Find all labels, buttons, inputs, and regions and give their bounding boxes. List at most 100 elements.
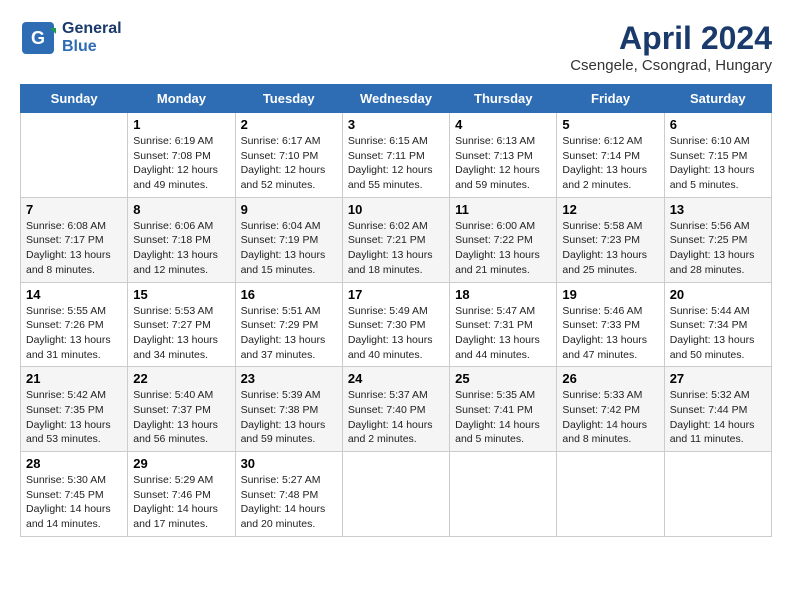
weekday-header-row: SundayMondayTuesdayWednesdayThursdayFrid… [21, 85, 772, 113]
calendar-cell: 19Sunrise: 5:46 AM Sunset: 7:33 PM Dayli… [557, 282, 664, 367]
day-info: Sunrise: 5:39 AM Sunset: 7:38 PM Dayligh… [241, 388, 337, 447]
day-number: 3 [348, 117, 444, 132]
day-number: 19 [562, 287, 658, 302]
day-number: 12 [562, 202, 658, 217]
day-info: Sunrise: 6:12 AM Sunset: 7:14 PM Dayligh… [562, 134, 658, 193]
calendar-cell: 17Sunrise: 5:49 AM Sunset: 7:30 PM Dayli… [342, 282, 449, 367]
calendar-cell [557, 452, 664, 537]
day-number: 30 [241, 456, 337, 471]
day-info: Sunrise: 5:49 AM Sunset: 7:30 PM Dayligh… [348, 304, 444, 363]
day-number: 6 [670, 117, 766, 132]
day-info: Sunrise: 6:15 AM Sunset: 7:11 PM Dayligh… [348, 134, 444, 193]
day-info: Sunrise: 6:06 AM Sunset: 7:18 PM Dayligh… [133, 219, 229, 278]
weekday-header-cell: Monday [128, 85, 235, 113]
calendar-cell: 15Sunrise: 5:53 AM Sunset: 7:27 PM Dayli… [128, 282, 235, 367]
calendar-cell: 10 Sunrise: 6:02 AM Sunset: 7:21 PM Dayli… [342, 197, 449, 282]
day-info: Sunrise: 5:32 AM Sunset: 7:44 PM Dayligh… [670, 388, 766, 447]
logo: G General Blue [20, 20, 122, 56]
calendar-cell [21, 113, 128, 198]
day-info: Sunrise: 5:37 AM Sunset: 7:40 PM Dayligh… [348, 388, 444, 447]
day-number: 5 [562, 117, 658, 132]
calendar-cell: 9Sunrise: 6:04 AM Sunset: 7:19 PM Daylig… [235, 197, 342, 282]
day-number: 1 [133, 117, 229, 132]
calendar-cell: 13Sunrise: 5:56 AM Sunset: 7:25 PM Dayli… [664, 197, 771, 282]
calendar-cell: 4 Sunrise: 6:13 AM Sunset: 7:13 PM Daylig… [450, 113, 557, 198]
calendar-cell: 28 Sunrise: 5:30 AM Sunset: 7:45 PM Dayli… [21, 452, 128, 537]
weekday-header-cell: Wednesday [342, 85, 449, 113]
day-info: Sunrise: 5:47 AM Sunset: 7:31 PM Dayligh… [455, 304, 551, 363]
day-info: Sunrise: 6:02 AM Sunset: 7:21 PM Dayligh… [348, 219, 444, 278]
day-info: Sunrise: 6:13 AM Sunset: 7:13 PM Dayligh… [455, 134, 551, 193]
day-number: 7 [26, 202, 122, 217]
calendar-cell: 26Sunrise: 5:33 AM Sunset: 7:42 PM Dayli… [557, 367, 664, 452]
calendar-cell: 7Sunrise: 6:08 AM Sunset: 7:17 PM Daylig… [21, 197, 128, 282]
title-block: April 2024 Csengele, Csongrad, Hungary [570, 20, 772, 74]
day-info: Sunrise: 6:10 AM Sunset: 7:15 PM Dayligh… [670, 134, 766, 193]
day-number: 27 [670, 371, 766, 386]
weekday-header-cell: Friday [557, 85, 664, 113]
day-number: 9 [241, 202, 337, 217]
calendar-cell: 1 Sunrise: 6:19 AM Sunset: 7:08 PM Daylig… [128, 113, 235, 198]
calendar-cell: 11Sunrise: 6:00 AM Sunset: 7:22 PM Dayli… [450, 197, 557, 282]
svg-text:G: G [31, 28, 45, 48]
calendar-cell [450, 452, 557, 537]
calendar-table: SundayMondayTuesdayWednesdayThursdayFrid… [20, 84, 772, 537]
day-number: 20 [670, 287, 766, 302]
calendar-cell: 22Sunrise: 5:40 AM Sunset: 7:37 PM Dayli… [128, 367, 235, 452]
calendar-week-row: 7Sunrise: 6:08 AM Sunset: 7:17 PM Daylig… [21, 197, 772, 282]
day-number: 10 [348, 202, 444, 217]
calendar-cell: 30 Sunrise: 5:27 AM Sunset: 7:48 PM Dayli… [235, 452, 342, 537]
day-info: Sunrise: 5:51 AM Sunset: 7:29 PM Dayligh… [241, 304, 337, 363]
day-info: Sunrise: 6:00 AM Sunset: 7:22 PM Dayligh… [455, 219, 551, 278]
calendar-cell: 8 Sunrise: 6:06 AM Sunset: 7:18 PM Daylig… [128, 197, 235, 282]
calendar-week-row: 21Sunrise: 5:42 AM Sunset: 7:35 PM Dayli… [21, 367, 772, 452]
calendar-cell: 14 Sunrise: 5:55 AM Sunset: 7:26 PM Dayli… [21, 282, 128, 367]
calendar-cell: 20 Sunrise: 5:44 AM Sunset: 7:34 PM Dayli… [664, 282, 771, 367]
calendar-cell: 27 Sunrise: 5:32 AM Sunset: 7:44 PM Dayli… [664, 367, 771, 452]
calendar-cell: 25 Sunrise: 5:35 AM Sunset: 7:41 PM Dayli… [450, 367, 557, 452]
location-title: Csengele, Csongrad, Hungary [570, 57, 772, 74]
day-number: 28 [26, 456, 122, 471]
day-number: 14 [26, 287, 122, 302]
day-number: 25 [455, 371, 551, 386]
day-info: Sunrise: 5:29 AM Sunset: 7:46 PM Dayligh… [133, 473, 229, 532]
calendar-cell: 12 Sunrise: 5:58 AM Sunset: 7:23 PM Dayli… [557, 197, 664, 282]
calendar-cell: 24 Sunrise: 5:37 AM Sunset: 7:40 PM Dayli… [342, 367, 449, 452]
calendar-cell [342, 452, 449, 537]
day-number: 16 [241, 287, 337, 302]
day-info: Sunrise: 5:30 AM Sunset: 7:45 PM Dayligh… [26, 473, 122, 532]
weekday-header-cell: Thursday [450, 85, 557, 113]
calendar-week-row: 28 Sunrise: 5:30 AM Sunset: 7:45 PM Dayli… [21, 452, 772, 537]
calendar-cell: 21Sunrise: 5:42 AM Sunset: 7:35 PM Dayli… [21, 367, 128, 452]
calendar-cell: 6 Sunrise: 6:10 AM Sunset: 7:15 PM Daylig… [664, 113, 771, 198]
calendar-cell: 16 Sunrise: 5:51 AM Sunset: 7:29 PM Dayli… [235, 282, 342, 367]
day-info: Sunrise: 6:19 AM Sunset: 7:08 PM Dayligh… [133, 134, 229, 193]
day-number: 2 [241, 117, 337, 132]
day-number: 15 [133, 287, 229, 302]
header: G General Blue April 2024 Csengele, Cson… [20, 20, 772, 74]
day-info: Sunrise: 5:44 AM Sunset: 7:34 PM Dayligh… [670, 304, 766, 363]
calendar-week-row: 1 Sunrise: 6:19 AM Sunset: 7:08 PM Daylig… [21, 113, 772, 198]
weekday-header-cell: Saturday [664, 85, 771, 113]
calendar-cell: 2Sunrise: 6:17 AM Sunset: 7:10 PM Daylig… [235, 113, 342, 198]
calendar-week-row: 14 Sunrise: 5:55 AM Sunset: 7:26 PM Dayli… [21, 282, 772, 367]
day-info: Sunrise: 5:42 AM Sunset: 7:35 PM Dayligh… [26, 388, 122, 447]
day-number: 18 [455, 287, 551, 302]
day-info: Sunrise: 5:55 AM Sunset: 7:26 PM Dayligh… [26, 304, 122, 363]
day-info: Sunrise: 5:27 AM Sunset: 7:48 PM Dayligh… [241, 473, 337, 532]
logo-icon: G [20, 20, 56, 56]
day-number: 29 [133, 456, 229, 471]
day-number: 24 [348, 371, 444, 386]
day-info: Sunrise: 5:58 AM Sunset: 7:23 PM Dayligh… [562, 219, 658, 278]
day-number: 8 [133, 202, 229, 217]
day-info: Sunrise: 5:56 AM Sunset: 7:25 PM Dayligh… [670, 219, 766, 278]
calendar-cell: 5 Sunrise: 6:12 AM Sunset: 7:14 PM Daylig… [557, 113, 664, 198]
day-number: 4 [455, 117, 551, 132]
day-number: 23 [241, 371, 337, 386]
calendar-cell: 3 Sunrise: 6:15 AM Sunset: 7:11 PM Daylig… [342, 113, 449, 198]
weekday-header-cell: Tuesday [235, 85, 342, 113]
day-info: Sunrise: 5:35 AM Sunset: 7:41 PM Dayligh… [455, 388, 551, 447]
day-number: 22 [133, 371, 229, 386]
month-title: April 2024 [570, 20, 772, 57]
day-info: Sunrise: 5:33 AM Sunset: 7:42 PM Dayligh… [562, 388, 658, 447]
